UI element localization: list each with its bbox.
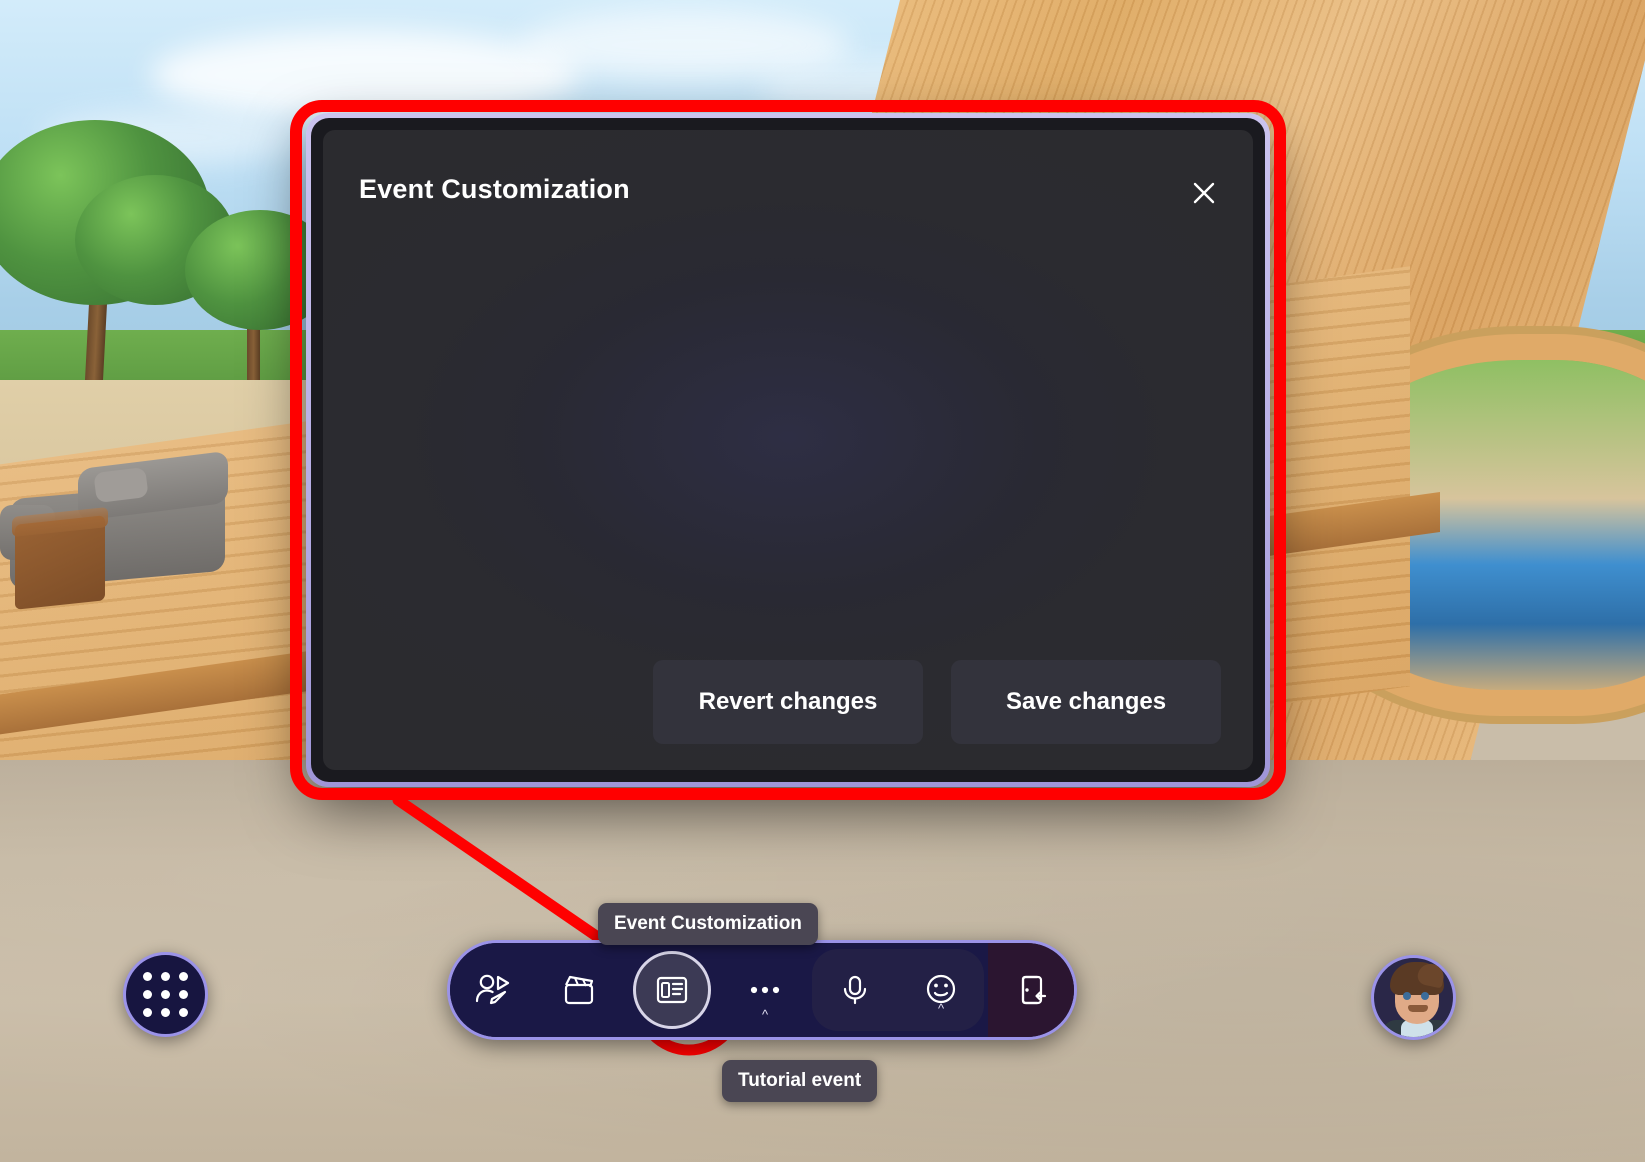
dialog-title: Event Customization <box>359 174 630 204</box>
chevron-up-icon: ^ <box>761 1007 769 1022</box>
grid-dots-icon <box>143 972 188 1017</box>
toolbar-reactions-button[interactable]: ^ <box>898 949 984 1031</box>
clapperboard-icon <box>560 971 598 1009</box>
dialog-frame: Event Customization Revert changes Save … <box>311 118 1265 782</box>
bottom-toolbar: ^ ^ <box>447 940 1077 1040</box>
chevron-up-icon: ^ <box>937 1001 945 1016</box>
event-customization-dialog: Event Customization Revert changes Save … <box>306 113 1270 787</box>
toolbar-group-primary: ^ <box>450 943 808 1037</box>
toolbar-group-leave <box>988 943 1074 1037</box>
tooltip-tutorial-event: Tutorial event <box>722 1060 878 1102</box>
more-ellipsis-icon <box>746 983 784 997</box>
dialog-content-area <box>323 230 1253 650</box>
revert-changes-button[interactable]: Revert changes <box>653 660 923 744</box>
toolbar-avatar-button[interactable] <box>450 943 536 1037</box>
avatar[interactable] <box>1371 955 1456 1040</box>
tooltip-event-customization: Event Customization <box>598 903 818 945</box>
close-icon[interactable] <box>1183 172 1225 214</box>
save-changes-button[interactable]: Save changes <box>951 660 1221 744</box>
cloud <box>150 30 580 120</box>
toolbar-microphone-button[interactable] <box>812 949 898 1031</box>
toolbar-event-customization-button[interactable] <box>622 943 722 1037</box>
toolbar-more-button[interactable]: ^ <box>722 943 808 1037</box>
cushion <box>93 466 149 504</box>
microphone-icon <box>837 972 873 1008</box>
active-button-ring <box>633 951 711 1029</box>
toolbar-group-media: ^ <box>812 949 984 1031</box>
dialog-actions: Revert changes Save changes <box>653 660 1221 744</box>
toolbar-leave-button[interactable] <box>988 943 1074 1037</box>
event-customization-icon <box>654 972 690 1008</box>
leave-door-icon <box>1013 972 1049 1008</box>
avatar-edit-icon <box>474 971 512 1009</box>
apps-grid-button[interactable] <box>123 952 208 1037</box>
dialog-border: Event Customization Revert changes Save … <box>306 113 1270 787</box>
toolbar-video-effects-button[interactable] <box>536 943 622 1037</box>
dialog-panel: Event Customization Revert changes Save … <box>323 130 1253 770</box>
